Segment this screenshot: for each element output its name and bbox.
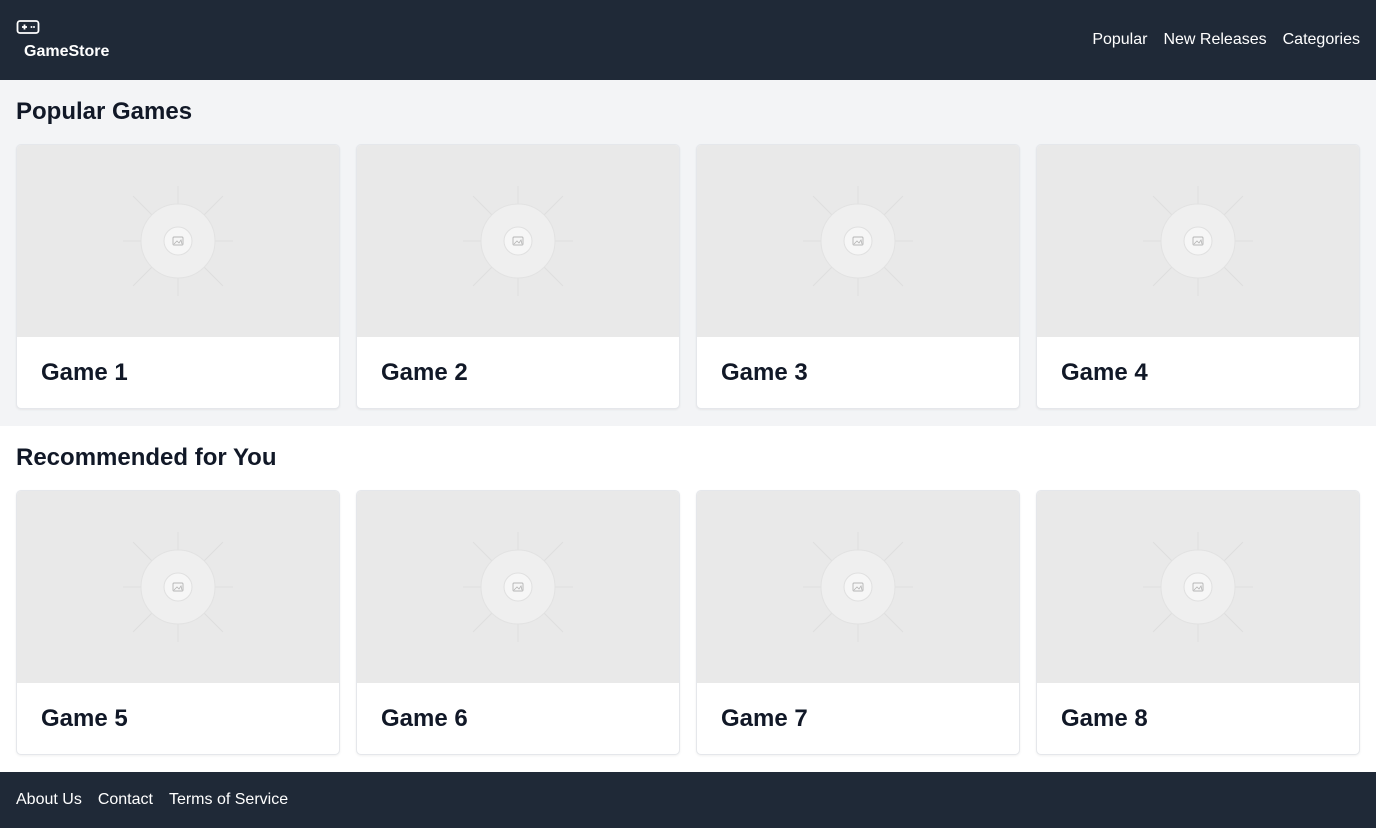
- brand-logo[interactable]: GameStore: [16, 18, 126, 60]
- image-placeholder-icon: [463, 532, 573, 642]
- game-card[interactable]: Game 3: [696, 144, 1020, 409]
- section-title: Popular Games: [16, 98, 193, 125]
- game-card[interactable]: Game 4: [1036, 144, 1360, 409]
- image-placeholder-icon: [803, 186, 913, 296]
- game-card[interactable]: Game 8: [1036, 490, 1360, 755]
- main-nav: Popular New Releases Categories: [1092, 30, 1360, 50]
- popular-games-section: Popular Games Game 1 Game 2 Game 3 Game …: [0, 80, 1376, 426]
- game-thumbnail: [1037, 491, 1359, 683]
- game-thumbnail: [357, 145, 679, 337]
- game-title: Game 2: [381, 359, 468, 386]
- game-thumbnail: [17, 491, 339, 683]
- game-card[interactable]: Game 6: [356, 490, 680, 755]
- nav-link-new-releases[interactable]: New Releases: [1163, 30, 1266, 50]
- game-card[interactable]: Game 5: [16, 490, 340, 755]
- site-header: GameStore Popular New Releases Categorie…: [0, 0, 1376, 80]
- game-card[interactable]: Game 2: [356, 144, 680, 409]
- section-title: Recommended for You: [16, 444, 277, 471]
- image-placeholder-icon: [123, 532, 233, 642]
- footer-link-contact[interactable]: Contact: [98, 790, 153, 810]
- game-title: Game 1: [41, 359, 128, 386]
- game-title: Game 7: [721, 705, 808, 732]
- footer-link-about-us[interactable]: About Us: [16, 790, 82, 810]
- image-placeholder-icon: [1143, 186, 1253, 296]
- game-title: Game 6: [381, 705, 468, 732]
- game-title: Game 5: [41, 705, 128, 732]
- game-card[interactable]: Game 1: [16, 144, 340, 409]
- nav-link-popular[interactable]: Popular: [1092, 30, 1147, 50]
- image-placeholder-icon: [123, 186, 233, 296]
- game-title: Game 3: [721, 359, 808, 386]
- game-thumbnail: [17, 145, 339, 337]
- site-footer: About Us Contact Terms of Service: [0, 772, 1376, 828]
- game-thumbnail: [697, 145, 1019, 337]
- nav-link-categories[interactable]: Categories: [1283, 30, 1360, 50]
- game-grid: Game 1 Game 2 Game 3 Game 4: [16, 144, 1360, 409]
- game-card[interactable]: Game 7: [696, 490, 1020, 755]
- image-placeholder-icon: [803, 532, 913, 642]
- game-grid: Game 5 Game 6 Game 7 Game 8: [16, 490, 1360, 755]
- recommended-section: Recommended for You Game 5 Game 6 Game 7…: [0, 426, 1376, 772]
- brand-name: GameStore: [24, 43, 110, 60]
- game-title: Game 4: [1061, 359, 1148, 386]
- game-thumbnail: [697, 491, 1019, 683]
- game-thumbnail: [1037, 145, 1359, 337]
- game-title: Game 8: [1061, 705, 1148, 732]
- footer-link-terms[interactable]: Terms of Service: [169, 790, 288, 810]
- gamepad-icon: [16, 20, 40, 34]
- footer-links: About Us Contact Terms of Service: [16, 790, 288, 810]
- image-placeholder-icon: [1143, 532, 1253, 642]
- image-placeholder-icon: [463, 186, 573, 296]
- game-thumbnail: [357, 491, 679, 683]
